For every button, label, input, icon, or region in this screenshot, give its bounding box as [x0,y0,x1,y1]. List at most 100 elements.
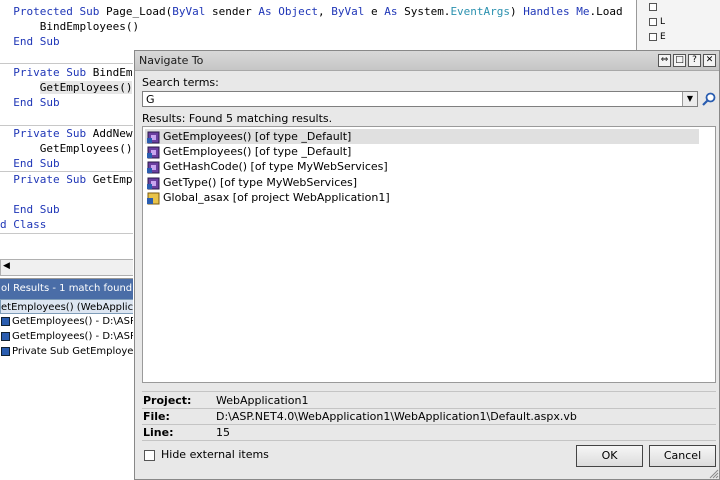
dropdown-arrow-icon[interactable]: ▼ [682,92,697,106]
code-token: , [317,5,332,18]
code-token: Private [13,66,60,79]
code-line[interactable]: Private Sub GetEmpl [0,172,139,187]
result-item-label: GetEmployees() [of type _Default] [163,145,352,158]
resize-grip-icon[interactable] [709,469,719,479]
method-icon [1,331,10,341]
code-line[interactable]: GetEmployees() [0,141,133,156]
method-icon [147,161,160,174]
result-item[interactable]: GetEmployees() [of type _Default] [145,129,699,144]
code-line[interactable]: d Class [0,217,46,232]
code-token: sender [205,5,259,18]
code-line[interactable]: End Sub [0,156,60,171]
hide-external-items-checkbox[interactable]: Hide external items [144,448,269,461]
dialog-titlebar[interactable]: Navigate To ⇔ □ ? ✕ [135,51,719,71]
result-item-label: Global_asax [of project WebApplication1] [163,191,390,204]
code-token: Private [13,127,60,140]
code-token: ByVal [172,5,206,18]
file-icon [649,32,657,41]
symbol-results-list[interactable]: etEmployees() (WebApplication GetEmployee… [0,299,136,359]
code-token: ) [510,5,524,18]
symbol-result-text: GetEmployees() - D:\ASP.NET [12,331,136,342]
symbol-result-row[interactable]: GetEmployees() - D:\ASP.NET [0,329,136,344]
symbol-result-row[interactable]: Private Sub GetEmployees() - [0,344,136,359]
method-icon [147,146,160,159]
result-item[interactable]: GetEmployees() [of type _Default] [147,144,351,159]
project-label: Project: [143,394,192,407]
code-token: Sub [66,127,87,140]
result-item-label: GetHashCode() [of type MyWebServices] [163,160,388,173]
result-item-label: GetType() [of type MyWebServices] [163,176,358,189]
tree-item[interactable]: L [649,17,719,30]
symbol-results-panel: ol Results - 1 match found etEmployees()… [0,278,136,480]
code-token: Page_Load( [99,5,173,18]
result-item[interactable]: GetHashCode() [of type MyWebServices] [147,159,388,174]
tree-item[interactable]: E [649,32,719,45]
results-list[interactable]: GetEmployees() [of type _Default] GetEmpl… [142,126,716,383]
code-token: End Sub [13,203,60,216]
method-icon [1,316,10,326]
code-line[interactable]: Private Sub AddNewE [0,126,139,141]
editor-horizontal-scrollbar[interactable]: ◀ [0,259,140,276]
code-token: e [364,5,385,18]
code-token: Private [13,173,60,186]
ok-button[interactable]: OK [576,445,643,467]
file-row: File: D:\ASP.NET4.0\WebApplication1\WebA… [142,409,716,424]
code-token: Object [278,5,318,18]
code-line[interactable]: BindEmployees() [0,19,139,34]
dock-icon[interactable]: ⇔ [658,54,671,67]
symbol-result-text: Private Sub GetEmployees() - [12,346,136,357]
code-line[interactable]: End Sub [0,202,60,217]
symbol-result-row[interactable]: GetEmployees() - D:\ASP.NET [0,314,136,329]
class-icon [147,192,160,205]
result-item[interactable]: Global_asax [of project WebApplication1] [147,190,390,205]
search-icon[interactable] [701,91,717,107]
line-row: Line: 15 [142,425,716,440]
maximize-icon[interactable]: □ [673,54,686,67]
code-token: GetEmployees() [39,81,133,94]
code-line[interactable]: Protected Sub Page_Load(ByVal sender As … [0,4,622,19]
project-row: Project: WebApplication1 [142,393,716,408]
folder-icon [649,2,657,11]
code-token: BindEmployees() [0,20,140,33]
search-combobox[interactable]: ▼ [142,91,698,107]
code-line[interactable]: End Sub [0,95,59,110]
code-token: BindEmp [86,66,140,79]
symbol-results-header: ol Results - 1 match found [0,279,136,299]
help-icon[interactable]: ? [688,54,701,67]
code-token: End Sub [13,157,60,170]
tree-item[interactable] [649,2,719,15]
code-line[interactable]: Private Sub BindEmp [0,65,139,80]
search-terms-label: Search terms: [142,76,219,89]
code-token: Me [576,5,590,18]
symbol-result-text: GetEmployees() - D:\ASP.NET [12,316,136,327]
code-token: ByVal [331,5,365,18]
checkbox-box[interactable] [144,449,155,461]
code-token: GetEmployees() [0,142,133,155]
result-item[interactable]: GetType() [of type MyWebServices] [147,175,357,190]
hide-external-items-label: Hide external items [161,448,269,461]
symbol-result-row[interactable]: etEmployees() (WebApplication [0,299,136,314]
divider [142,391,716,392]
code-token: AddNewE [86,127,140,140]
code-line[interactable]: GetEmployees() [0,80,133,95]
code-token: EventArgs [450,5,511,18]
method-icon [147,131,160,144]
code-token: Sub [79,5,100,18]
scroll-left-arrow-icon[interactable]: ◀ [3,261,10,271]
search-input[interactable] [145,92,681,106]
cancel-button[interactable]: Cancel [649,445,716,467]
close-icon[interactable]: ✕ [703,54,716,67]
divider [142,440,716,441]
file-icon [649,17,657,26]
result-item-label: GetEmployees() [of type _Default] [163,130,352,143]
code-token: GetEmpl [86,173,140,186]
code-line[interactable]: End Sub [0,34,59,49]
solution-explorer-panel: L E [636,0,720,50]
method-icon [147,177,160,190]
